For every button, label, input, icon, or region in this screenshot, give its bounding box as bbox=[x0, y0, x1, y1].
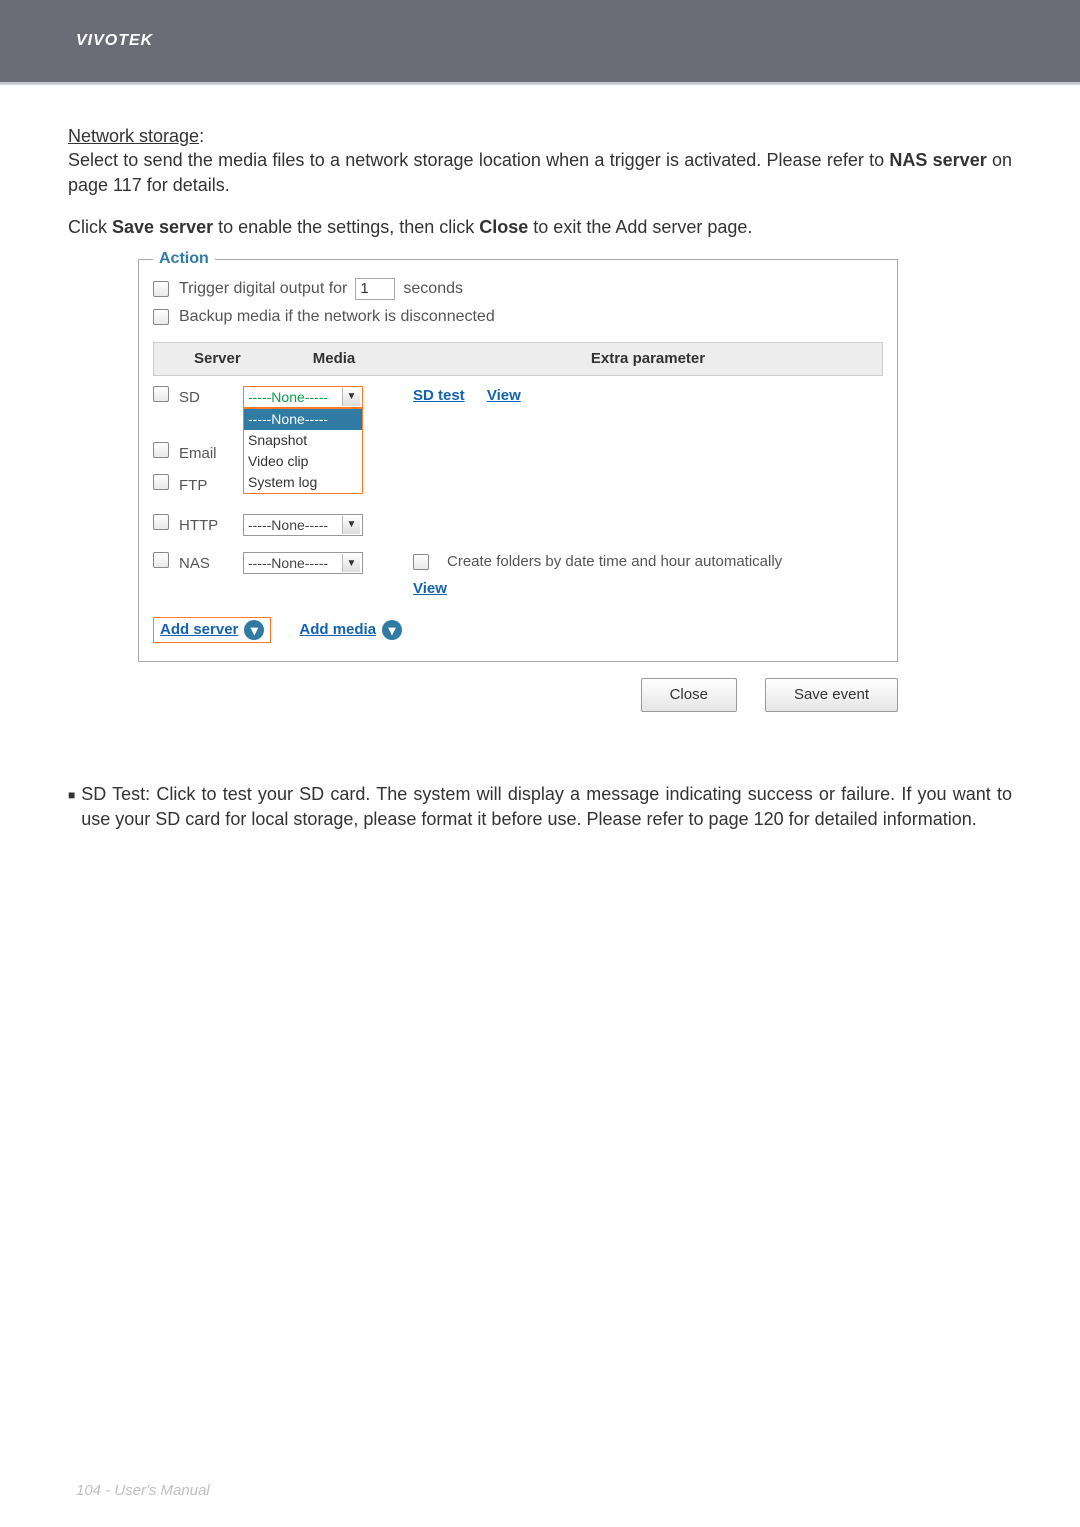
sd-test-text: SD Test: Click to test your SD card. The… bbox=[81, 782, 1012, 831]
http-label: HTTP bbox=[179, 514, 243, 536]
dialog-button-row: Close Save event bbox=[138, 678, 898, 712]
nas-view-link[interactable]: View bbox=[413, 579, 883, 599]
action-table-header: Server Media Extra parameter bbox=[153, 342, 883, 376]
http-checkbox[interactable] bbox=[153, 514, 169, 530]
header-extra: Extra parameter bbox=[414, 343, 882, 375]
sd-media-dropdown[interactable]: -----None----- Snapshot Video clip Syste… bbox=[243, 408, 363, 494]
page-footer: 104 - User's Manual bbox=[76, 1482, 210, 1499]
plus-icon: ▾ bbox=[244, 620, 264, 640]
network-storage-paragraph: Network storage: Select to send the medi… bbox=[68, 124, 1012, 197]
server-row-nas: NAS -----None----- ▼ Create folders by d… bbox=[153, 552, 883, 599]
trigger-seconds-input[interactable]: 1 bbox=[355, 278, 395, 300]
chevron-down-icon: ▼ bbox=[342, 554, 360, 572]
nas-checkbox[interactable] bbox=[153, 552, 169, 568]
email-label: Email bbox=[179, 442, 243, 464]
action-fieldset: Action Trigger digital output for 1 seco… bbox=[138, 259, 898, 662]
page-header: VIVOTEK bbox=[0, 0, 1080, 84]
action-legend: Action bbox=[153, 248, 215, 270]
add-server-label: Add server bbox=[160, 620, 238, 640]
click-pre: Click bbox=[68, 217, 112, 237]
sd-media-select[interactable]: -----None----- ▼ bbox=[243, 386, 363, 408]
server-row-http: HTTP -----None----- ▼ bbox=[153, 514, 883, 536]
backup-media-row: Backup media if the network is disconnec… bbox=[153, 306, 883, 328]
close-button[interactable]: Close bbox=[641, 678, 737, 712]
http-media-value: -----None----- bbox=[248, 516, 328, 535]
nas-media-select[interactable]: -----None----- ▼ bbox=[243, 552, 363, 574]
chevron-down-icon: ▼ bbox=[342, 516, 360, 534]
nas-create-folders-label: Create folders by date time and hour aut… bbox=[447, 552, 782, 572]
sd-test-link[interactable]: SD test bbox=[413, 387, 465, 404]
ftp-checkbox[interactable] bbox=[153, 474, 169, 490]
page-content: Network storage: Select to send the medi… bbox=[0, 84, 1080, 831]
sd-view-link[interactable]: View bbox=[487, 387, 521, 404]
ftp-label: FTP bbox=[179, 474, 243, 496]
add-media-button[interactable]: Add media ▾ bbox=[293, 618, 408, 642]
nas-label: NAS bbox=[179, 552, 243, 574]
email-checkbox[interactable] bbox=[153, 442, 169, 458]
add-media-label: Add media bbox=[299, 620, 376, 640]
option-videoclip[interactable]: Video clip bbox=[244, 451, 362, 472]
click-post: to exit the Add server page. bbox=[528, 217, 752, 237]
click-mid: to enable the settings, then click bbox=[213, 217, 479, 237]
colon: : bbox=[199, 126, 204, 146]
nas-create-folders-checkbox[interactable] bbox=[413, 554, 429, 570]
option-snapshot[interactable]: Snapshot bbox=[244, 430, 362, 451]
header-media: Media bbox=[254, 343, 414, 375]
plus-icon: ▾ bbox=[382, 620, 402, 640]
close-bold: Close bbox=[479, 217, 528, 237]
sd-checkbox[interactable] bbox=[153, 386, 169, 402]
option-none[interactable]: -----None----- bbox=[244, 409, 362, 430]
save-event-button[interactable]: Save event bbox=[765, 678, 898, 712]
add-row: Add server ▾ Add media ▾ bbox=[153, 617, 883, 643]
brand-label: VIVOTEK bbox=[76, 32, 153, 50]
nas-server-bold: NAS server bbox=[889, 150, 986, 170]
backup-media-label: Backup media if the network is disconnec… bbox=[179, 306, 495, 328]
header-divider bbox=[0, 84, 1080, 92]
trigger-label-post: seconds bbox=[403, 278, 463, 300]
trigger-label-pre: Trigger digital output for bbox=[179, 278, 347, 300]
header-server: Server bbox=[154, 343, 254, 375]
click-instruction: Click Save server to enable the settings… bbox=[68, 215, 1012, 239]
chevron-down-icon: ▼ bbox=[342, 388, 360, 406]
bullet-icon: ■ bbox=[68, 782, 75, 831]
nas-media-value: -----None----- bbox=[248, 554, 328, 573]
sd-test-paragraph: ■ SD Test: Click to test your SD card. T… bbox=[68, 782, 1012, 831]
trigger-output-row: Trigger digital output for 1 seconds bbox=[153, 278, 883, 300]
add-server-button[interactable]: Add server ▾ bbox=[153, 617, 271, 643]
save-server-bold: Save server bbox=[112, 217, 213, 237]
option-systemlog[interactable]: System log bbox=[244, 472, 362, 493]
backup-media-checkbox[interactable] bbox=[153, 309, 169, 325]
sd-media-value: -----None----- bbox=[248, 388, 328, 407]
trigger-output-checkbox[interactable] bbox=[153, 281, 169, 297]
nas-create-folders-row: Create folders by date time and hour aut… bbox=[413, 552, 883, 572]
intro-line1: Select to send the media files to a netw… bbox=[68, 150, 889, 170]
sd-label: SD bbox=[179, 386, 243, 408]
network-storage-title: Network storage bbox=[68, 126, 199, 146]
http-media-select[interactable]: -----None----- ▼ bbox=[243, 514, 363, 536]
